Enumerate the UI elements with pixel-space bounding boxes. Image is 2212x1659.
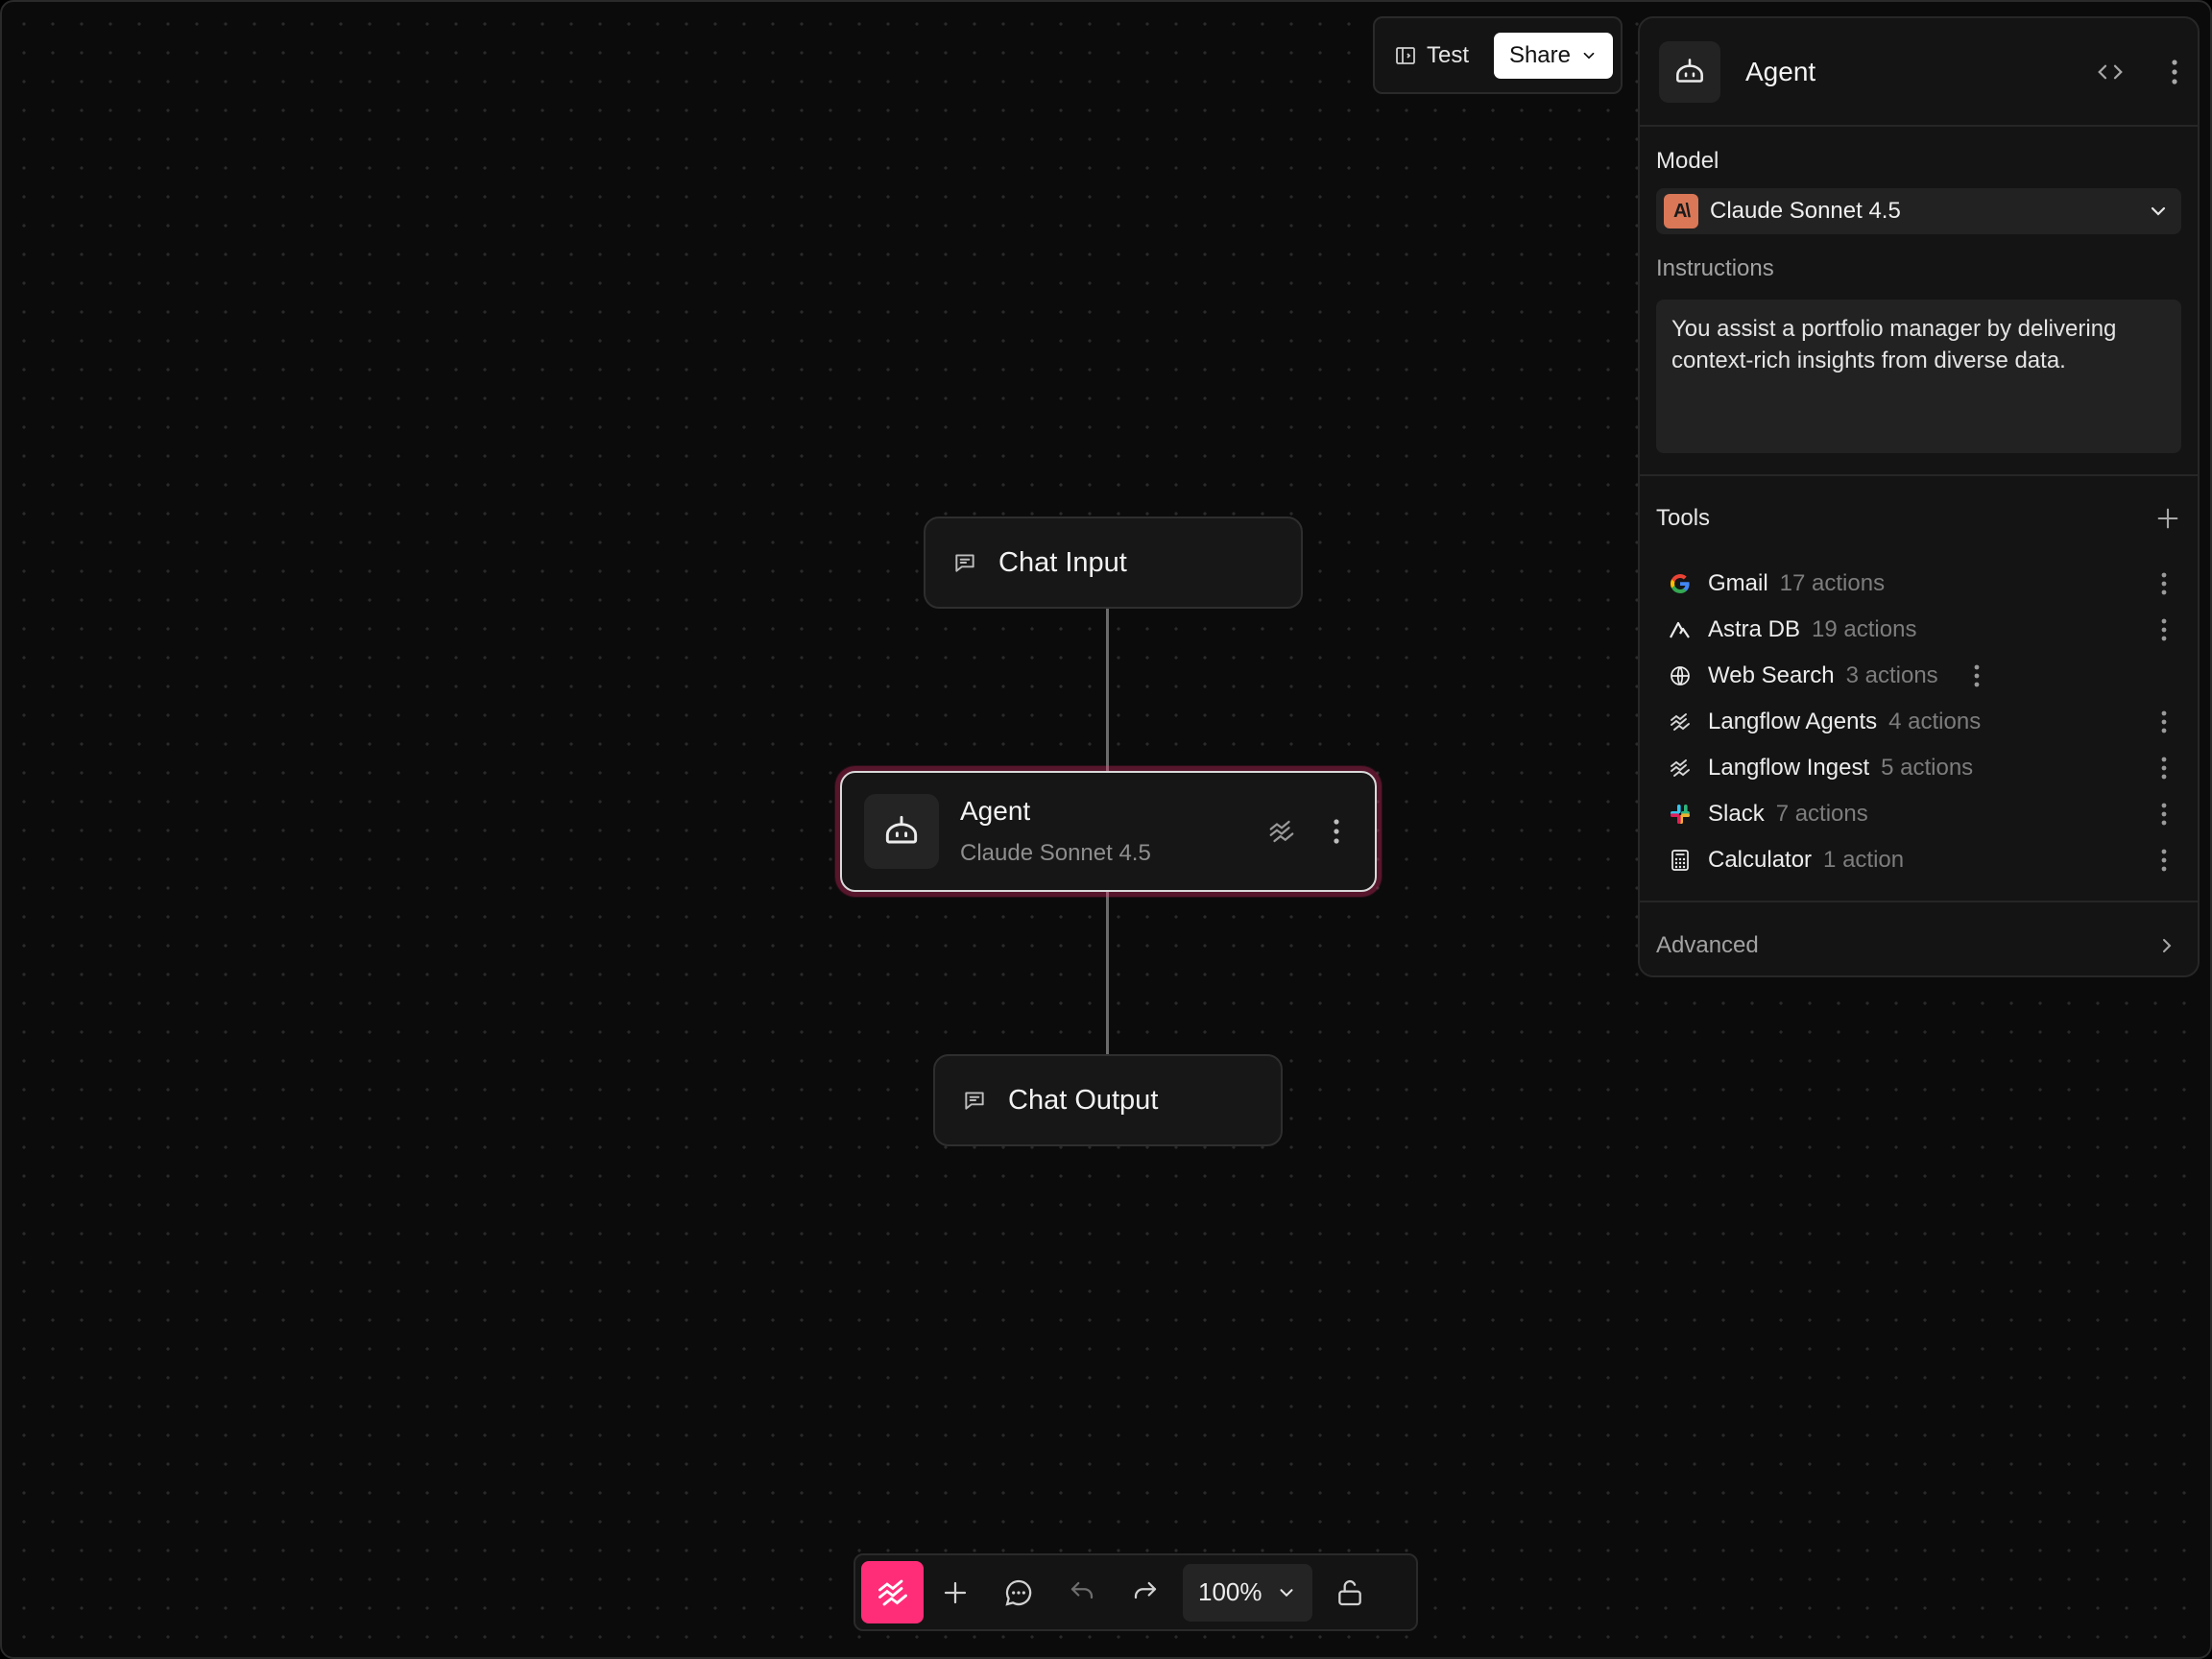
langflow-icon	[1668, 756, 1693, 781]
anthropic-icon: A\	[1664, 194, 1698, 228]
redo-button[interactable]	[1114, 1561, 1177, 1624]
test-button[interactable]: Test	[1394, 42, 1469, 69]
tool-item-langflow-ingest[interactable]: Langflow Ingest 5 actions	[1656, 745, 2181, 791]
slack-icon	[1668, 802, 1693, 827]
chat-bubble-icon	[1005, 1579, 1032, 1606]
calculator-icon	[1668, 848, 1693, 873]
instructions-label: Instructions	[1656, 255, 1774, 281]
tool-item-calculator[interactable]: Calculator 1 action	[1656, 837, 2181, 883]
langflow-icon[interactable]	[1267, 817, 1296, 846]
more-vertical-icon[interactable]	[2160, 848, 2168, 873]
top-toolbar: Test Share	[1373, 16, 1623, 94]
more-vertical-icon[interactable]	[1973, 663, 1981, 688]
tool-action-count: 19 actions	[1812, 616, 1917, 642]
tool-name: Web Search	[1708, 662, 1835, 688]
flow-canvas[interactable]: Chat Input Agent Claude Sonnet 4.5 Chat …	[0, 0, 2212, 1659]
chat-input-node[interactable]: Chat Input	[924, 517, 1303, 609]
more-vertical-icon[interactable]	[2160, 571, 2168, 596]
share-button[interactable]: Share	[1493, 32, 1613, 79]
agent-node-title: Agent	[960, 796, 1031, 826]
tool-item-web-search[interactable]: Web Search 3 actions	[1656, 653, 2181, 699]
astra-icon	[1668, 617, 1693, 642]
tool-name: Calculator	[1708, 847, 1813, 873]
instructions-field[interactable]: You assist a portfolio manager by delive…	[1656, 300, 2181, 453]
advanced-section-toggle[interactable]: Advanced	[1640, 902, 2198, 975]
chat-input-title: Chat Input	[998, 546, 1127, 578]
bot-icon	[885, 815, 918, 844]
google-icon	[1668, 571, 1693, 596]
agent-avatar	[864, 794, 939, 869]
tool-item-gmail[interactable]: Gmail 17 actions	[1656, 561, 2181, 607]
advanced-label: Advanced	[1656, 932, 1759, 958]
message-icon	[965, 1092, 984, 1110]
plus-icon	[944, 1581, 967, 1603]
langflow-icon	[1668, 709, 1693, 734]
redo-icon	[1134, 1581, 1157, 1599]
model-label: Model	[1656, 148, 1719, 174]
more-vertical-icon[interactable]	[2160, 709, 2168, 734]
tools-label: Tools	[1656, 505, 1711, 531]
model-select[interactable]: A\ Claude Sonnet 4.5	[1656, 188, 2181, 234]
more-vertical-icon[interactable]	[2160, 617, 2168, 642]
tool-name: Astra DB	[1708, 616, 1801, 642]
more-vertical-icon[interactable]	[2160, 802, 2168, 827]
more-vertical-icon[interactable]	[1333, 818, 1340, 845]
panel-header: Agent	[1640, 18, 2198, 127]
agent-settings-panel: Agent Model A\ Claude Sonnet 4.5 Instruc…	[1638, 16, 2200, 977]
chevron-down-icon	[1279, 1588, 1293, 1597]
tool-action-count: 5 actions	[1881, 755, 1974, 781]
tool-item-slack[interactable]: Slack 7 actions	[1656, 791, 2181, 837]
tool-action-count: 3 actions	[1845, 662, 1938, 688]
globe-icon	[1668, 663, 1693, 688]
tool-list: Gmail 17 actions Astra DB 19 actions Web…	[1640, 561, 2198, 883]
tool-action-count: 7 actions	[1775, 801, 1868, 827]
test-label: Test	[1427, 41, 1470, 68]
bot-icon	[1676, 58, 1703, 83]
add-note-button[interactable]	[987, 1561, 1050, 1624]
more-vertical-icon[interactable]	[2171, 59, 2178, 85]
chevron-down-icon	[1583, 52, 1595, 59]
more-vertical-icon[interactable]	[2160, 756, 2168, 781]
agent-node[interactable]: Agent Claude Sonnet 4.5	[840, 771, 1377, 892]
tool-action-count: 1 action	[1823, 847, 1905, 873]
chevron-down-icon	[2151, 206, 2166, 216]
chat-output-node[interactable]: Chat Output	[933, 1054, 1283, 1146]
tool-action-count: 4 actions	[1888, 709, 1982, 734]
model-value: Claude Sonnet 4.5	[1710, 198, 1901, 224]
lock-button[interactable]	[1318, 1561, 1382, 1624]
tool-name: Langflow Agents	[1708, 709, 1878, 734]
zoom-value: 100%	[1198, 1577, 1262, 1606]
panel-avatar	[1659, 40, 1720, 103]
langflow-logo-button[interactable]	[861, 1561, 924, 1623]
bottom-toolbar: 100%	[854, 1553, 1418, 1631]
add-node-button[interactable]	[924, 1561, 987, 1624]
langflow-icon	[878, 1579, 907, 1605]
tool-name: Langflow Ingest	[1708, 755, 1870, 781]
agent-node-model: Claude Sonnet 4.5	[960, 840, 1151, 866]
panel-icon	[1396, 46, 1415, 64]
tool-name: Gmail	[1708, 570, 1768, 596]
message-icon	[955, 554, 974, 572]
add-tool-icon[interactable]	[2154, 505, 2181, 532]
tool-item-langflow-agents[interactable]: Langflow Agents 4 actions	[1656, 699, 2181, 745]
panel-title: Agent	[1745, 56, 1816, 86]
zoom-select[interactable]: 100%	[1183, 1563, 1312, 1622]
edge-input-to-agent	[1106, 609, 1109, 772]
unlock-icon	[1337, 1579, 1361, 1605]
undo-icon	[1070, 1581, 1094, 1599]
tool-action-count: 17 actions	[1779, 570, 1886, 596]
tool-item-astra-db[interactable]: Astra DB 19 actions	[1656, 607, 2181, 653]
code-icon[interactable]	[2096, 58, 2125, 86]
chat-output-title: Chat Output	[1008, 1084, 1159, 1116]
share-label: Share	[1508, 41, 1571, 68]
tool-name: Slack	[1708, 801, 1765, 827]
undo-button[interactable]	[1050, 1561, 1114, 1624]
chevron-right-icon	[2163, 939, 2172, 952]
edge-agent-to-output	[1106, 891, 1109, 1055]
